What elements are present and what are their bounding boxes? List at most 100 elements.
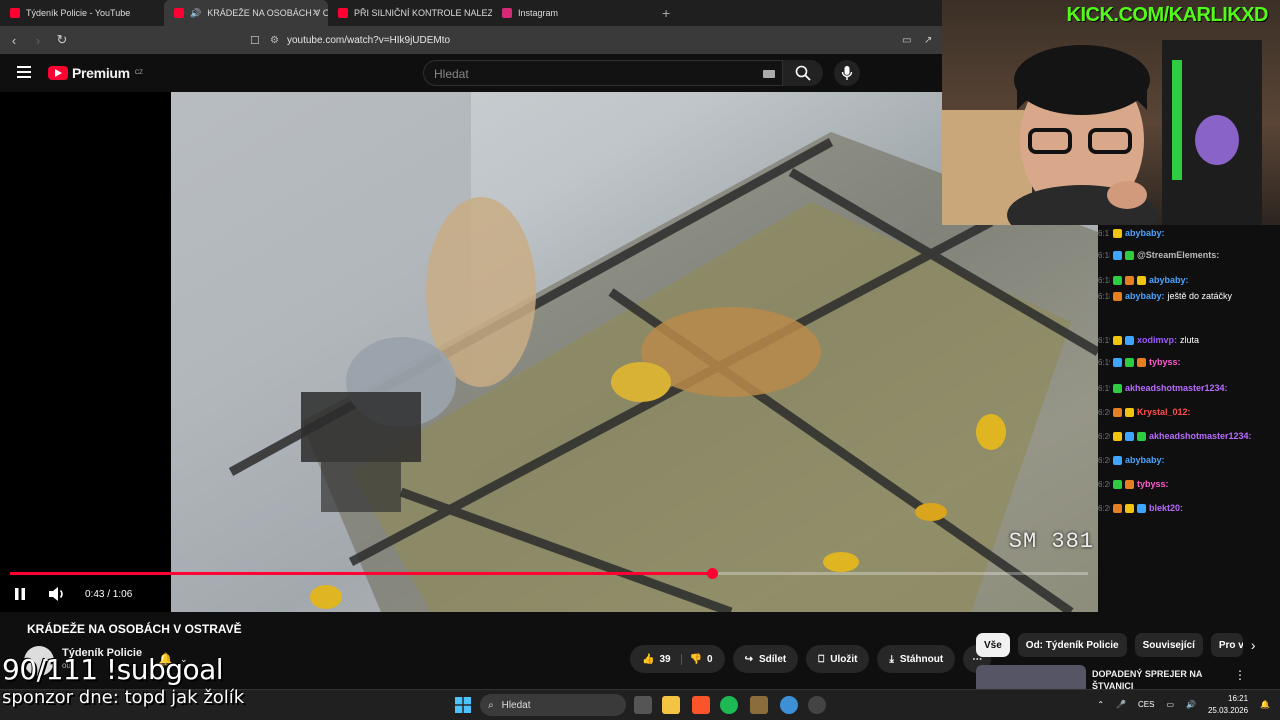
browser-tab-bar: Týdeník Policie - YouTube 🔊 KRÁDEŽE NA OS… (0, 0, 942, 26)
chevron-up-icon[interactable]: ⌃ (1097, 699, 1104, 711)
share-button[interactable]: ↪ Sdílet (732, 645, 799, 673)
system-tray[interactable]: ⌃ 🎤 CES ▭ 🔊 16:21 25.03.2026 🔔 (1097, 693, 1270, 717)
progress-bar[interactable] (10, 568, 1088, 579)
like-button[interactable]: 👍 39 (642, 654, 671, 665)
new-tab-icon[interactable]: + (662, 5, 670, 21)
chat-timestamp: 6:18 (1098, 250, 1110, 260)
chat-badge-icon (1125, 479, 1134, 489)
screen-icon[interactable]: ▭ (902, 35, 911, 46)
share-label: Sdílet (758, 653, 787, 665)
chat-timestamp: 6:17 (1098, 228, 1110, 238)
share-page-icon[interactable]: ↗ (924, 35, 932, 46)
chat-username[interactable]: xodimvp: (1137, 335, 1177, 345)
url-field[interactable]: ⚙ youtube.com/watch?v=HIk9jUDEMto (270, 30, 870, 50)
chat-timestamp: 6:20 (1098, 503, 1110, 513)
site-info-icon[interactable]: ⚙ (270, 35, 279, 46)
chat-timestamp: 6:20 (1098, 479, 1110, 489)
video-player[interactable]: SM 381 0:43 / 1:06 ⚙ ⤢ (0, 92, 1098, 612)
brave-browser-icon[interactable] (692, 696, 710, 714)
dislike-count: 0 (707, 653, 713, 665)
time-display: 0:43 / 1:06 (85, 589, 133, 600)
windows-start-icon[interactable] (455, 697, 471, 713)
menu-icon[interactable] (17, 66, 31, 81)
tab-video[interactable]: 🔊 KRÁDEŽE NA OSOBÁCH V OSTRAVĚ✕ (164, 0, 328, 26)
volume-icon[interactable] (48, 586, 66, 602)
youtube-favicon-icon (174, 8, 184, 18)
chat-timestamp: 6:18 (1098, 275, 1110, 285)
chip-related[interactable]: Související (1134, 633, 1203, 657)
chat-username[interactable]: akheadshotmaster1234: (1149, 431, 1252, 441)
chat-badge-icon (1113, 228, 1122, 238)
stream-chat: 6:17 abybaby: 6:18 @StreamElements: 6:18 abyb… (1098, 225, 1280, 580)
chat-badge-icon (1113, 357, 1122, 367)
recommended-more-icon[interactable]: ⋮ (1234, 668, 1246, 682)
pause-icon[interactable] (14, 587, 26, 601)
taskbar-search[interactable]: ⌕ Hledat (480, 694, 626, 716)
chat-message: 6:20 akheadshotmaster1234: (1098, 431, 1255, 441)
obs-icon[interactable] (808, 696, 826, 714)
chat-message: 6:20 abybaby: (1098, 455, 1168, 465)
save-label: Uložit (830, 653, 858, 665)
app-icon[interactable] (750, 696, 768, 714)
kick-channel-label: KICK.COM/KARLIKXD (1066, 4, 1269, 26)
chat-username[interactable]: abybaby: (1125, 291, 1165, 301)
chat-message: 6:18 abybaby: (1098, 275, 1192, 285)
tab-police[interactable]: PŘI SILNIČNÍ KONTROLE NALEZLI KI (328, 0, 492, 26)
task-view-icon[interactable] (634, 696, 652, 714)
language-indicator[interactable]: CES (1138, 699, 1154, 711)
back-icon[interactable]: ‹ (4, 33, 24, 48)
chat-message: 6:20 Krystal_012: (1098, 407, 1194, 417)
dislike-button[interactable]: 👎 0 (680, 653, 713, 665)
chevron-right-icon[interactable]: › (1251, 633, 1256, 657)
download-button[interactable]: ⤓ Stáhnout (877, 645, 956, 673)
chat-username[interactable]: @StreamElements: (1137, 250, 1219, 260)
chat-username[interactable]: akheadshotmaster1234: (1125, 383, 1228, 393)
search-input[interactable]: Hledat (423, 60, 783, 86)
voice-search-button[interactable] (834, 60, 860, 86)
youtube-favicon-icon (338, 8, 348, 18)
tab-youtube[interactable]: Týdeník Policie - YouTube (0, 0, 164, 26)
file-explorer-icon[interactable] (662, 696, 680, 714)
scrubber-handle[interactable] (706, 568, 718, 579)
chip-for-you[interactable]: Pro v (1210, 633, 1243, 657)
bookmark-icon[interactable]: ☐ (250, 34, 260, 47)
chat-timestamp: 6:19 (1098, 383, 1110, 393)
chat-username[interactable]: Krystal_012: (1137, 407, 1191, 417)
search-icon: ⌕ (488, 699, 494, 711)
microphone-icon[interactable]: 🎤 (1116, 699, 1126, 711)
save-button[interactable]: ⎕ Uložit (806, 645, 870, 673)
chat-message: 6:18 @StreamElements: (1098, 250, 1222, 260)
chat-username[interactable]: tybyss: (1137, 479, 1169, 489)
spotify-icon[interactable] (720, 696, 738, 714)
chat-username[interactable]: abybaby: (1125, 455, 1165, 465)
chat-username[interactable]: abybaby: (1125, 228, 1165, 238)
chat-timestamp: 6:19 (1098, 357, 1110, 367)
close-tab-icon[interactable]: ✕ (312, 8, 320, 19)
instagram-favicon-icon (502, 8, 512, 18)
search-button[interactable] (783, 60, 823, 86)
chat-badge-icon (1137, 357, 1146, 367)
chat-username[interactable]: blekt20: (1149, 503, 1183, 513)
chat-message: 6:19 akheadshotmaster1234: (1098, 383, 1231, 393)
ccleaner-icon[interactable] (780, 696, 798, 714)
chat-username[interactable]: tybyss: (1149, 357, 1181, 367)
chat-timestamp: 6:20 (1098, 455, 1110, 465)
chat-badge-icon (1113, 383, 1122, 393)
chat-timestamp: 6:18 (1098, 291, 1110, 301)
reload-icon[interactable]: ↻ (52, 32, 72, 48)
chip-all[interactable]: Vše (976, 633, 1010, 657)
forward-icon[interactable]: › (28, 33, 48, 48)
chat-username[interactable]: abybaby: (1149, 275, 1189, 285)
youtube-favicon-icon (10, 8, 20, 18)
chip-channel[interactable]: Od: Týdeník Policie (1017, 633, 1127, 657)
youtube-logo[interactable]: Premium CZ (48, 65, 143, 81)
network-icon[interactable]: ▭ (1166, 699, 1174, 711)
volume-icon[interactable]: 🔊 (1186, 699, 1196, 711)
thumbs-down-icon: 👎 (689, 653, 703, 665)
bookmark-icon: ⎕ (818, 653, 825, 665)
notifications-icon[interactable]: 🔔 (1260, 699, 1270, 711)
video-actions: 👍 39 👎 0 ↪ Sdílet ⎕ Uložit ⤓ Stáhnout ⋯ (630, 645, 992, 673)
keyboard-icon[interactable] (763, 70, 775, 78)
chat-badge-icon (1113, 275, 1122, 285)
tab-instagram[interactable]: Instagram (492, 0, 656, 26)
